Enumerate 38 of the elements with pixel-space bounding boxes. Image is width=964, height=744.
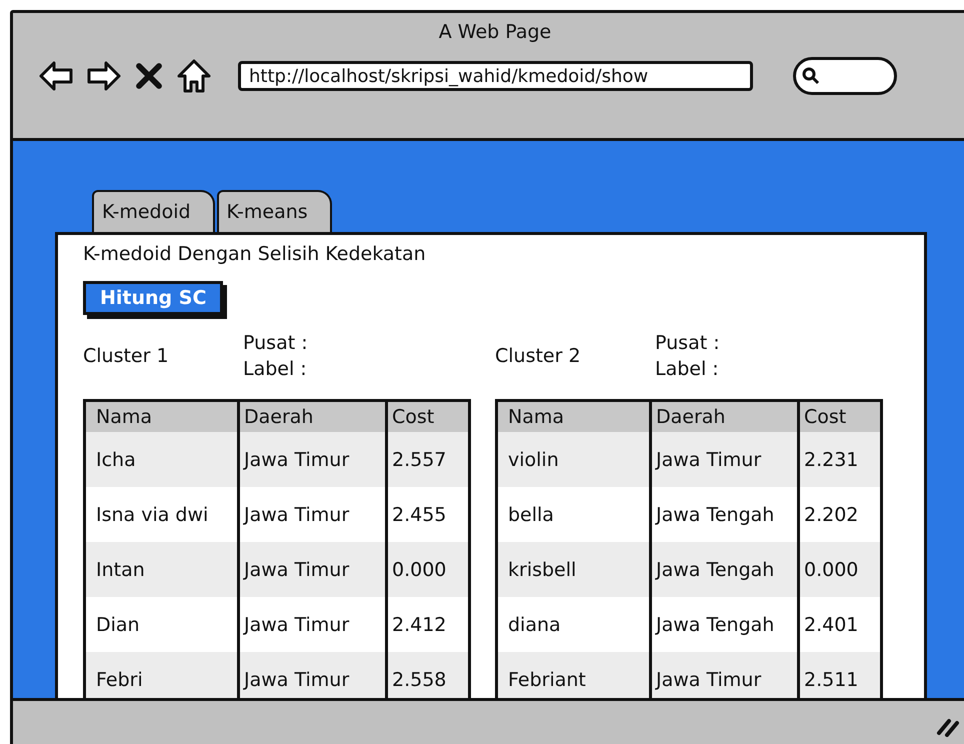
label-label: Label : [655,358,720,380]
table-cell: Jawa Timur [649,432,797,487]
home-icon[interactable] [176,58,212,94]
column-header: Nama [498,402,649,432]
table-cell: Jawa Timur [649,652,797,698]
label-label: Label : [243,358,308,380]
table-cell: 2.558 [385,652,468,698]
address-field[interactable]: http://localhost/skripsi_wahid/kmedoid/show [238,61,753,91]
table-cell: 0.000 [797,542,880,597]
table-cell: violin [498,432,649,487]
cluster-title: Cluster 1 [83,345,170,367]
table-cell: Jawa Timur [237,432,385,487]
table-cell: 2.511 [797,652,880,698]
table-cell: Febriant [498,652,649,698]
table-cell: Febri [86,652,237,698]
column-header: Cost [385,402,468,432]
column-header: Daerah [237,402,385,432]
column-header: Nama [86,402,237,432]
table-cell: Icha [86,432,237,487]
table-cell: Jawa Timur [237,652,385,698]
cluster-title: Cluster 2 [495,345,582,367]
center-label: Pusat : [655,332,720,354]
table-cell: 2.557 [385,432,468,487]
tab[interactable]: K-medoid [92,190,215,232]
table-cell: krisbell [498,542,649,597]
search-field[interactable] [793,57,897,95]
column-header: Cost [797,402,880,432]
column-header: Daerah [649,402,797,432]
panel-title: K-medoid Dengan Selisih Kedekatan [83,243,427,265]
table-cell: Jawa Timur [237,542,385,597]
table-cell: 0.000 [385,542,468,597]
tab[interactable]: K-means [216,190,332,232]
search-icon [802,67,820,85]
table-cell: Intan [86,542,237,597]
center-label: Pusat : [243,332,308,354]
table-cell: Jawa Tengah [649,542,797,597]
table-cell: 2.231 [797,432,880,487]
window-title: A Web Page [438,21,552,43]
